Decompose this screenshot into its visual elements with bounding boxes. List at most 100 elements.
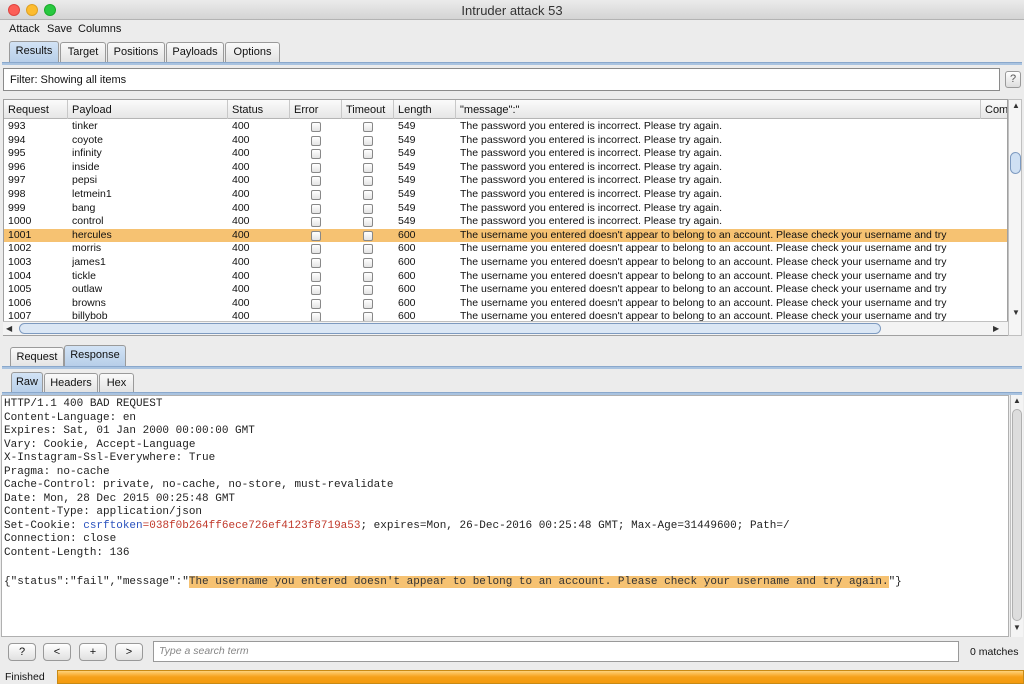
tab-target[interactable]: Target (60, 42, 106, 62)
response-scroll-thumb[interactable] (1012, 409, 1022, 621)
filter-help-button[interactable]: ? (1005, 71, 1021, 88)
table-row[interactable]: 999 bang 400 549 The password you entered is… (4, 202, 1007, 216)
error-checkbox[interactable] (311, 135, 321, 146)
col-timeout[interactable]: Timeout (342, 100, 394, 119)
tab-payloads[interactable]: Payloads (166, 42, 224, 62)
scroll-down-icon[interactable]: ▼ (1012, 308, 1020, 317)
error-checkbox[interactable] (311, 230, 321, 241)
error-checkbox[interactable] (311, 190, 321, 200)
table-row[interactable]: 1001 hercules 400 600 The username you enter… (4, 228, 1007, 243)
timeout-checkbox[interactable] (363, 122, 373, 132)
table-row[interactable]: 997 pepsi 400 549 The password you entered i… (4, 174, 1007, 188)
response-scrollbar[interactable]: ▲ ▼ (1010, 395, 1023, 637)
table-row[interactable]: 1002 morris 400 600 The username you entered… (4, 242, 1007, 256)
table-row[interactable]: 1000 control 400 549 The password you entere… (4, 215, 1007, 229)
table-row[interactable]: 1005 outlaw 400 600 The username you entered… (4, 283, 1007, 297)
table-vertical-thumb[interactable] (1010, 152, 1021, 174)
timeout-checkbox[interactable] (363, 271, 373, 282)
cookie-name: csrftoken (83, 519, 143, 532)
error-checkbox[interactable] (311, 149, 321, 160)
tab-headers[interactable]: Headers (44, 373, 98, 393)
timeout-checkbox[interactable] (363, 298, 373, 309)
error-checkbox[interactable] (311, 271, 321, 282)
response-viewer[interactable]: Set-Cookie: csrftoken=038f0b264ff6ece726… (1, 395, 1009, 637)
table-row[interactable]: 1003 james1 400 600 The username you entered… (4, 256, 1007, 270)
table-horizontal-scrollbar[interactable]: ◀ ▶ (3, 321, 1008, 335)
cell-payload: infinity (72, 147, 102, 160)
search-help-button[interactable]: ? (8, 643, 36, 661)
cell-status: 400 (232, 133, 250, 146)
table-row[interactable]: 1006 browns 400 600 The username you entered… (4, 296, 1007, 311)
error-checkbox[interactable] (311, 122, 321, 132)
menu-columns[interactable]: Columns (78, 23, 121, 35)
col-request[interactable]: Request (4, 100, 68, 119)
table-row[interactable]: 996 inside 400 549 The password you entered … (4, 161, 1007, 175)
tab-request[interactable]: Request (10, 347, 64, 367)
cell-payload: tickle (72, 269, 96, 282)
filter-bar[interactable]: Filter: Showing all items (3, 68, 1000, 91)
cell-payload: james1 (72, 256, 106, 268)
timeout-checkbox[interactable] (363, 162, 373, 173)
search-previous-button[interactable]: < (43, 643, 71, 661)
table-horizontal-thumb[interactable] (19, 323, 881, 334)
scroll-left-icon[interactable]: ◀ (6, 324, 12, 333)
cell-payload: control (72, 215, 104, 228)
timeout-checkbox[interactable] (363, 135, 373, 146)
col-message[interactable]: "message":" (456, 100, 981, 119)
error-checkbox[interactable] (311, 244, 321, 255)
scroll-right-icon[interactable]: ▶ (993, 324, 999, 333)
table-row[interactable]: 993 tinker 400 549 The password you entered … (4, 120, 1007, 134)
error-checkbox[interactable] (311, 203, 321, 214)
timeout-checkbox[interactable] (363, 230, 373, 241)
response-scroll-down-icon[interactable]: ▼ (1013, 623, 1021, 632)
menu-bar: Attack Save Columns (0, 20, 1024, 38)
response-header-line: X-Instagram-Ssl-Everywhere: True (4, 452, 216, 464)
tab-raw[interactable]: Raw (11, 372, 43, 394)
table-row[interactable]: 995 infinity 400 549 The password you entere… (4, 147, 1007, 161)
cell-length: 549 (398, 147, 416, 160)
response-header-line: Pragma: no-cache (4, 465, 110, 478)
col-error[interactable]: Error (290, 100, 342, 119)
cell-request: 1001 (8, 228, 32, 241)
timeout-checkbox[interactable] (363, 203, 373, 214)
timeout-checkbox[interactable] (363, 176, 373, 187)
timeout-checkbox[interactable] (363, 244, 373, 255)
col-length[interactable]: Length (394, 100, 456, 119)
body-suffix: "} (888, 575, 902, 588)
col-status[interactable]: Status (228, 100, 290, 119)
search-add-button[interactable]: + (79, 643, 107, 661)
error-checkbox[interactable] (311, 217, 321, 228)
cell-payload: tinker (72, 120, 98, 132)
error-checkbox[interactable] (311, 162, 321, 173)
table-row[interactable]: 1004 tickle 400 600 The username you entered… (4, 269, 1007, 284)
cell-message: The username you entered doesn't appear … (460, 269, 947, 282)
table-vertical-scrollbar[interactable]: ▲ ▼ (1008, 99, 1022, 336)
error-checkbox[interactable] (311, 298, 321, 309)
cell-length: 600 (398, 296, 416, 309)
timeout-checkbox[interactable] (363, 258, 373, 268)
scroll-up-icon[interactable]: ▲ (1012, 101, 1020, 110)
timeout-checkbox[interactable] (363, 149, 373, 160)
error-checkbox[interactable] (311, 285, 321, 296)
response-scroll-up-icon[interactable]: ▲ (1013, 396, 1021, 405)
timeout-checkbox[interactable] (363, 285, 373, 296)
table-row[interactable]: 994 coyote 400 549 The password you entered … (4, 133, 1007, 148)
cell-message: The username you entered doesn't appear … (460, 296, 947, 309)
error-checkbox[interactable] (311, 258, 321, 268)
timeout-checkbox[interactable] (363, 217, 373, 228)
tab-hex[interactable]: Hex (99, 373, 134, 393)
tab-positions[interactable]: Positions (107, 42, 165, 62)
tab-results[interactable]: Results (9, 41, 59, 63)
col-payload[interactable]: Payload (68, 100, 228, 119)
col-comment[interactable]: Com (981, 100, 1007, 119)
attack-progress-fill (58, 671, 1023, 683)
search-next-button[interactable]: > (115, 643, 143, 661)
search-input[interactable]: Type a search term (153, 641, 959, 662)
menu-save[interactable]: Save (47, 23, 72, 35)
timeout-checkbox[interactable] (363, 190, 373, 200)
tab-response[interactable]: Response (64, 345, 126, 367)
menu-attack[interactable]: Attack (9, 23, 40, 35)
table-row[interactable]: 998 letmein1 400 549 The password you entere… (4, 188, 1007, 202)
tab-options[interactable]: Options (225, 42, 280, 62)
error-checkbox[interactable] (311, 176, 321, 187)
